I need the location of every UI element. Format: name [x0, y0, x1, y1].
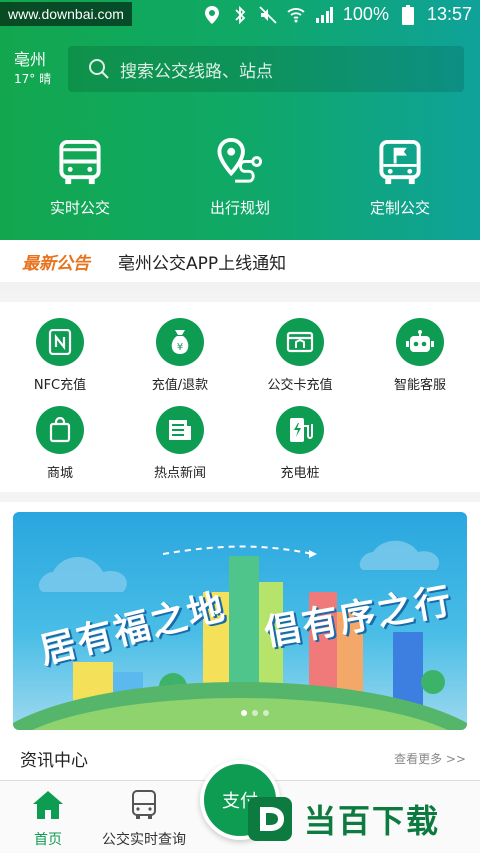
wifi-icon [287, 6, 305, 24]
status-bar: www.downbai.com 100% 13:57 [0, 0, 480, 30]
battery-percent: 100% [342, 4, 389, 24]
route-plan-icon [217, 138, 263, 183]
service-label: 热点新闻 [153, 466, 206, 481]
site-watermark: www.downbai.com [0, 2, 132, 26]
home-icon [33, 791, 63, 819]
news-more-link[interactable]: 查看更多 >> [394, 750, 466, 767]
custom-bus-button[interactable]: 定制公交 [320, 138, 480, 218]
carousel-dot[interactable] [252, 710, 258, 716]
service-label: 商城 [46, 466, 73, 481]
battery-icon [399, 4, 417, 25]
service-charging-pile[interactable]: 充电桩 [240, 406, 360, 481]
status-icons: 100% 13:57 [203, 4, 472, 25]
custom-bus-label: 定制公交 [369, 199, 430, 217]
card-icon [276, 318, 324, 366]
search-input[interactable]: 搜索公交线路、站点 [68, 46, 464, 92]
nfc-icon [36, 318, 84, 366]
brand-logo-icon [248, 797, 292, 841]
clock: 13:57 [426, 4, 472, 24]
search-placeholder: 搜索公交线路、站点 [120, 61, 273, 82]
city-name: 亳州 [14, 50, 47, 69]
carousel-dot[interactable] [241, 710, 247, 716]
service-label: NFC充值 [33, 378, 87, 393]
custom-bus-icon [379, 139, 421, 185]
notice-tag: 最新公告 [22, 253, 90, 274]
service-grid: NFC充值 ¥ 充值/退款 公交卡充值 智能客服 商城 热点新闻 充电桩 [0, 302, 480, 492]
service-label: 智能客服 [393, 378, 446, 393]
money-bag-icon: ¥ [156, 318, 204, 366]
promo-banner[interactable]: 居有福之地 倡有序之行 [13, 512, 467, 730]
service-recharge-refund[interactable]: ¥ 充值/退款 [120, 318, 240, 393]
svg-text:¥: ¥ [177, 342, 183, 353]
notice-text: 亳州公交APP上线通知 [118, 253, 287, 274]
service-nfc-recharge[interactable]: NFC充值 [0, 318, 120, 393]
news-title: 资讯中心 [20, 751, 88, 771]
carousel-dot[interactable] [263, 710, 269, 716]
mute-icon [259, 5, 277, 24]
header: www.downbai.com 100% 13:57 亳州 17° 晴 搜索公交… [0, 0, 480, 240]
robot-icon [396, 318, 444, 366]
bus-outline-icon [132, 790, 156, 819]
banner-section: 居有福之地 倡有序之行 [0, 502, 480, 736]
route-plan-label: 出行规划 [209, 199, 270, 217]
nav-realtime-label: 公交实时查询 [102, 832, 186, 848]
weather-text: 17° 晴 [14, 72, 52, 86]
charging-pile-icon [276, 406, 324, 454]
nav-realtime-query[interactable]: 公交实时查询 [96, 789, 192, 849]
shopping-bag-icon [36, 406, 84, 454]
realtime-bus-label: 实时公交 [49, 199, 110, 217]
bluetooth-icon [231, 5, 249, 24]
service-label: 充电桩 [280, 466, 320, 481]
newspaper-icon [156, 406, 204, 454]
service-smart-support[interactable]: 智能客服 [360, 318, 480, 393]
service-mall[interactable]: 商城 [0, 406, 120, 481]
service-hot-news[interactable]: 热点新闻 [120, 406, 240, 481]
signal-icon [315, 6, 333, 24]
nav-home[interactable]: 首页 [0, 789, 96, 849]
location-icon [203, 5, 221, 24]
realtime-bus-button[interactable]: 实时公交 [0, 138, 160, 218]
city-weather[interactable]: 亳州 17° 晴 [14, 50, 58, 88]
notice-bar[interactable]: 最新公告 亳州公交APP上线通知 [0, 240, 480, 292]
service-bus-card-recharge[interactable]: 公交卡充值 [240, 318, 360, 393]
bus-icon [59, 139, 101, 185]
service-label: 公交卡充值 [267, 378, 333, 393]
route-plan-button[interactable]: 出行规划 [160, 138, 320, 218]
search-icon [89, 59, 109, 79]
service-label: 充值/退款 [151, 378, 209, 393]
nav-home-label: 首页 [34, 832, 62, 848]
brand-watermark-text: 当百下载 [304, 802, 441, 840]
brand-watermark: 当百下载 [246, 792, 474, 846]
top-actions: 实时公交 出行规划 定制公交 [0, 138, 480, 218]
carousel-dots [241, 710, 269, 716]
